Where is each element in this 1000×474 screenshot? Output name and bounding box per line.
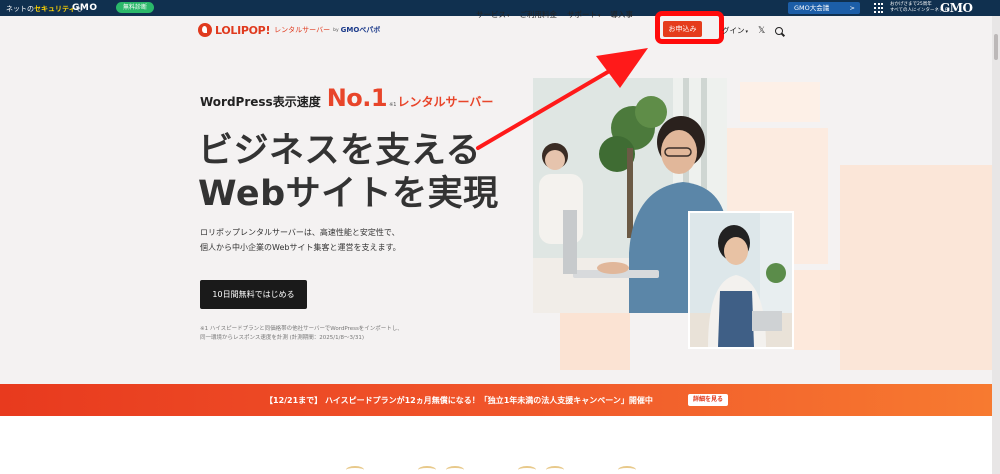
chevron-down-icon: ▾ [507,13,510,19]
login-menu[interactable]: グイン▾ [722,25,748,36]
main-nav: サービス▾ ご利用料金 サポート▾ 導入事 [476,9,643,20]
award-laurel-icon [518,466,536,474]
lolipop-mark-icon [198,23,212,37]
gmo-logo-small[interactable]: GMO [72,3,98,13]
security-prefix: ネットの [6,5,34,13]
brand-sub: レンタルサーバー [274,26,331,34]
nav-label: サービス [476,10,506,19]
gmo-meeting-link[interactable]: GMO大会議 > [788,2,860,14]
brand-by: by [333,27,339,33]
hero-description: ロリポップレンタルサーバーは、高速性能と安定性で、 個人から中小企業のWebサイ… [200,225,401,255]
award-laurel-icon [446,466,464,474]
x-social-icon[interactable]: 𝕏 [758,26,765,36]
hero-desc-line1: ロリポップレンタルサーバーは、高速性能と安定性で、 [200,228,400,237]
highlight-box [655,11,724,44]
campaign-banner[interactable]: 【12/21まで】 ハイスピードプランが12ヵ月無償になる！「独立1年未満の法人… [0,384,992,416]
award-laurel-icon [346,466,364,474]
scrollbar-thumb[interactable] [994,34,998,60]
brand-name: LOLIPOP! [215,23,271,37]
hero-title: ビジネスを支える Webサイトを実現 [198,130,499,216]
decor-block [740,82,820,122]
chevron-right-icon: > [849,4,855,12]
no1-label: No.1 [326,84,388,112]
campaign-text: 【12/21まで】 ハイスピードプランが12ヵ月無償になる！「独立1年未満の法人… [265,396,653,405]
hero-kicker: WordPress表示速度 No.1 ※1 レンタルサーバー [200,84,493,112]
footnote-line1: ※1 ハイスピードプランと同価格帯の他社サーバーでWordPressをインポート… [200,326,403,332]
hero-title-line1: ビジネスを支える [198,131,481,171]
login-label: グイン [722,26,745,35]
chevron-down-icon: ▾ [745,29,749,35]
free-trial-button[interactable]: 10日間無料ではじめる [200,280,307,309]
chevron-down-icon: ▾ [598,13,601,19]
nav-item-case-studies[interactable]: 導入事 [611,9,634,20]
nav-item-services[interactable]: サービス▾ [476,9,510,20]
hero-footnote: ※1 ハイスピードプランと同価格帯の他社サーバーでWordPressをインポート… [200,325,403,343]
lolipop-logo[interactable]: LOLIPOP! レンタルサーバー by GMOペパボ [198,23,380,37]
award-laurel-icon [418,466,436,474]
nav-item-support[interactable]: サポート▾ [567,9,601,20]
apps-grid-icon[interactable] [874,3,884,13]
page-scrollbar[interactable] [992,16,1000,474]
nav-label: 導入事 [610,10,634,19]
search-icon[interactable] [775,26,784,35]
decor-block [794,270,840,350]
hero-title-line2: Webサイトを実現 [198,174,499,214]
award-laurel-icon [618,466,636,474]
footnote-line2: 同一環境からレスポンス速度を計測 (計測期間：2025/1/8〜3/31) [200,335,364,341]
details-button[interactable]: 詳細を見る [688,394,729,406]
nav-label: サポート [567,10,598,19]
header-utility: グイン▾ 𝕏 [722,25,784,36]
page: ネットのセキュリティも GMO 無料診断 GMO大会議 > おかげさまで25周年… [0,0,1000,474]
free-diagnosis-button[interactable]: 無料診断 [116,2,155,13]
next-section [0,416,992,474]
hero-desc-line2: 個人から中小企業のWebサイト集客と運営を支えます。 [200,243,401,252]
company-name: GMOペパボ [340,26,381,34]
hero-photo-shop [688,211,794,349]
decor-block [840,165,992,370]
note-marker: ※1 [389,102,397,108]
award-laurel-icon [546,466,564,474]
kicker-text-accent: レンタルサーバー [397,95,494,109]
gmo-logo[interactable]: GMO [940,1,973,15]
nav-label: ご利用料金 [519,10,558,19]
kicker-text: WordPress表示速度 [200,95,321,109]
meeting-label: GMO大会議 [794,4,830,12]
security-highlight: セキュリティ [34,5,76,13]
site-header: LOLIPOP! レンタルサーバー by GMOペパボ [0,16,992,46]
nav-item-pricing[interactable]: ご利用料金 [520,9,558,20]
